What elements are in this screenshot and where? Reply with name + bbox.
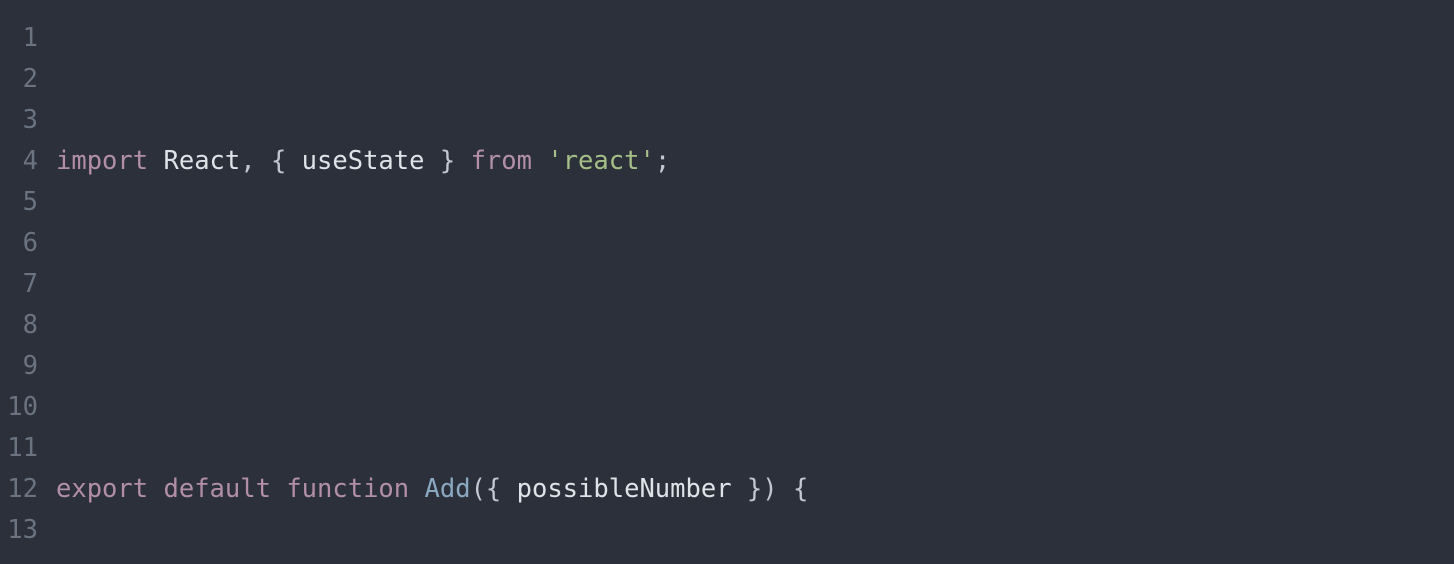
line-number-gutter: 1 2 3 4 5 6 7 8 9 10 11 12 13 [0,18,46,546]
identifier: React [163,146,240,176]
code-editor: 1 2 3 4 5 6 7 8 9 10 11 12 13 import Rea… [0,0,1454,564]
code-line: export default function Add({ possibleNu… [56,469,839,510]
function-name: Add [425,474,471,504]
space [148,474,163,504]
code-line [56,305,839,346]
keyword-from: from [471,146,532,176]
line-number: 9 [0,346,38,387]
line-number: 11 [0,428,38,469]
blank [56,310,71,340]
line-number: 3 [0,100,38,141]
keyword-function: function [286,474,409,504]
line-number: 5 [0,182,38,223]
line-number: 13 [0,510,38,551]
space [409,474,424,504]
space [532,146,547,176]
punctuation: ({ [471,474,517,504]
line-number: 4 [0,141,38,182]
code-area[interactable]: import React, { useState } from 'react';… [46,18,839,546]
string-literal: 'react' [547,146,654,176]
line-number: 8 [0,305,38,346]
code-line: import React, { useState } from 'react'; [56,141,839,182]
line-number: 6 [0,223,38,264]
line-number: 2 [0,59,38,100]
line-number: 10 [0,387,38,428]
line-number: 1 [0,18,38,59]
punctuation: }) { [732,474,809,504]
punctuation: } [425,146,471,176]
identifier: useState [302,146,425,176]
punctuation: ; [655,146,670,176]
keyword-import: import [56,146,148,176]
line-number: 12 [0,469,38,510]
keyword-default: default [163,474,270,504]
keyword-export: export [56,474,148,504]
identifier: possibleNumber [517,474,732,504]
space [148,146,163,176]
punctuation: , { [240,146,301,176]
line-number: 7 [0,264,38,305]
space [271,474,286,504]
